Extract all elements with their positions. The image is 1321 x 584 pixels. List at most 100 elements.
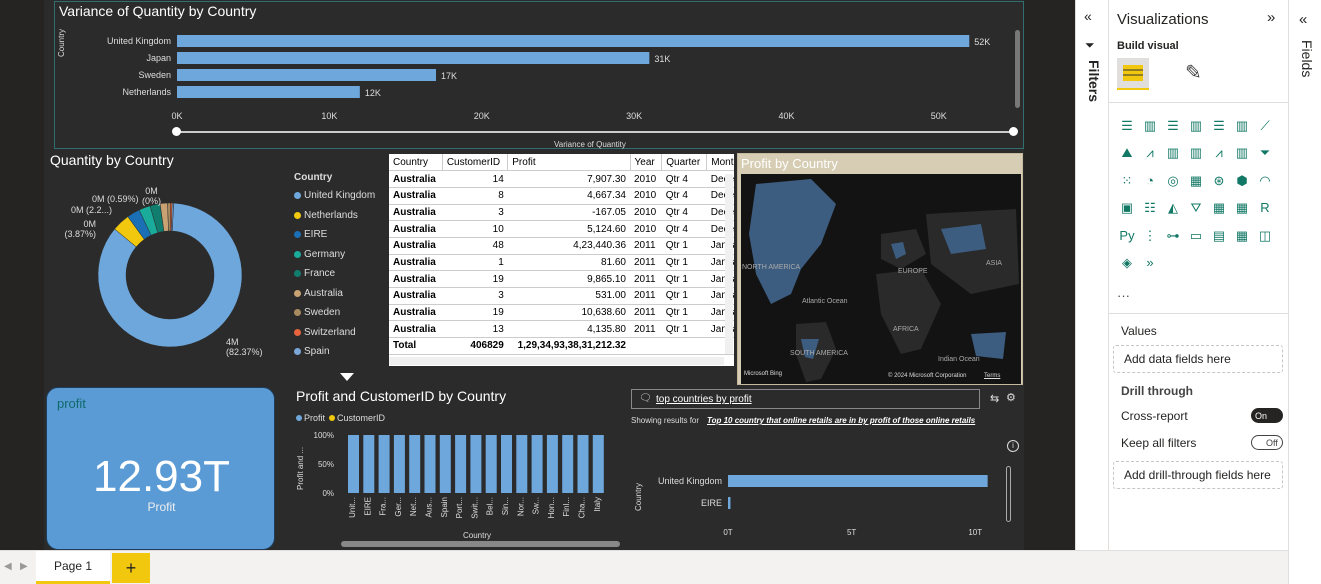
- values-well[interactable]: Add data fields here: [1113, 345, 1283, 373]
- viz-type-icon[interactable]: ☰: [1163, 116, 1183, 136]
- donut-legend-item[interactable]: Sweden: [294, 303, 375, 323]
- viz-type-icon[interactable]: ◈: [1117, 253, 1137, 273]
- donut-legend-item[interactable]: United Kingdom: [294, 186, 375, 206]
- viz-type-icon[interactable]: ⬢: [1232, 171, 1252, 191]
- table-vscrollbar[interactable]: [725, 174, 733, 354]
- filters-pane[interactable]: « ⏷ Filters: [1075, 0, 1108, 550]
- viz-type-icon[interactable]: ◎: [1163, 171, 1183, 191]
- viz-type-icon[interactable]: ▦: [1232, 198, 1252, 218]
- keep-filters-toggle[interactable]: Off: [1251, 435, 1283, 450]
- viz-type-icon[interactable]: ⊛: [1209, 171, 1229, 191]
- donut-legend-item[interactable]: EIRE: [294, 225, 375, 245]
- table-header[interactable]: Year: [630, 154, 663, 172]
- column-legend-item[interactable]: CustomerID: [329, 413, 385, 423]
- viz-type-icon[interactable]: ◠: [1255, 171, 1275, 191]
- table-row[interactable]: Australia1910,638.602011Qtr 1Janua: [389, 304, 734, 322]
- table-row[interactable]: Australia84,667.342010Qtr 4Decem: [389, 187, 734, 205]
- collapse-viz-icon[interactable]: »: [1267, 9, 1275, 26]
- qa-input[interactable]: 🗨 top countries by profit: [631, 389, 980, 409]
- collapse-fields-icon[interactable]: «: [1299, 11, 1307, 28]
- viz-type-icon[interactable]: ⛰: [1117, 143, 1137, 163]
- viz-type-icon[interactable]: ⩘: [1209, 143, 1229, 163]
- viz-type-icon[interactable]: ▦: [1186, 171, 1206, 191]
- donut-legend-item[interactable]: France: [294, 264, 375, 284]
- filters-label[interactable]: Filters: [1086, 60, 1102, 102]
- collapse-filters-icon[interactable]: «: [1084, 8, 1092, 24]
- table-header[interactable]: Quarter: [661, 154, 708, 172]
- viz-type-icon[interactable]: ☷: [1140, 198, 1160, 218]
- map-visual[interactable]: Profit by Country NORTH AMERICA EUROPE ASI…: [737, 153, 1023, 385]
- table-row[interactable]: Australia199,865.102011Qtr 1Janua: [389, 270, 734, 288]
- viz-type-icon[interactable]: ⊶: [1163, 226, 1183, 246]
- chevron-down-icon[interactable]: [340, 373, 354, 381]
- viz-type-icon[interactable]: R: [1255, 198, 1275, 218]
- viz-type-icon[interactable]: ◭: [1163, 198, 1183, 218]
- viz-type-icon[interactable]: ⋮: [1140, 226, 1160, 246]
- donut-legend-item[interactable]: Netherlands: [294, 206, 375, 226]
- map-terms-link[interactable]: Terms: [984, 373, 1000, 379]
- viz-type-icon[interactable]: ▣: [1117, 198, 1137, 218]
- viz-type-icon[interactable]: ▦: [1232, 226, 1252, 246]
- build-visual-tab[interactable]: [1117, 58, 1149, 90]
- viz-type-icon[interactable]: ⩘: [1140, 143, 1160, 163]
- format-visual-tab[interactable]: ✎: [1185, 60, 1202, 85]
- column-scrollbar[interactable]: [341, 541, 620, 547]
- profit-card[interactable]: profit 12.93T Profit: [46, 387, 275, 550]
- fields-pane[interactable]: « Fields: [1288, 0, 1321, 584]
- prev-page-icon[interactable]: ◀: [4, 561, 12, 572]
- viz-type-icon[interactable]: ⟋: [1255, 116, 1275, 136]
- next-page-icon[interactable]: ▶: [20, 561, 28, 572]
- variance-scrollbar[interactable]: [1015, 30, 1020, 108]
- table-row[interactable]: Australia3-167.052010Qtr 4Decem: [389, 204, 734, 222]
- donut-legend-item[interactable]: Spain: [294, 342, 375, 362]
- table-row[interactable]: Australia147,907.302010Qtr 4Decem: [389, 170, 734, 188]
- table-hscrollbar[interactable]: [389, 357, 724, 365]
- viz-type-icon[interactable]: ▥: [1232, 143, 1252, 163]
- table-header[interactable]: CustomerID: [442, 154, 509, 172]
- viz-type-icon[interactable]: ▦: [1209, 198, 1229, 218]
- more-visuals[interactable]: ···: [1117, 288, 1130, 303]
- range-slider[interactable]: [177, 131, 1015, 133]
- drill-through-well[interactable]: Add drill-through fields here: [1113, 461, 1283, 489]
- viz-type-icon[interactable]: ▥: [1140, 116, 1160, 136]
- viz-type-icon[interactable]: ◫: [1255, 226, 1275, 246]
- gear-icon[interactable]: ⚙: [1006, 391, 1016, 404]
- viz-type-icon[interactable]: ☰: [1117, 116, 1137, 136]
- qa-result-link[interactable]: Top 10 country that online retails are i…: [707, 416, 982, 426]
- viz-type-icon[interactable]: ☰: [1209, 116, 1229, 136]
- table-row[interactable]: Australia134,135.802011Qtr 1Janua: [389, 320, 734, 339]
- fields-label[interactable]: Fields: [1299, 40, 1315, 77]
- viz-type-icon[interactable]: ▥: [1186, 116, 1206, 136]
- range-slider-end-handle[interactable]: [1009, 127, 1018, 136]
- add-page-button[interactable]: +: [112, 553, 150, 583]
- table-row[interactable]: Australia3531.002011Qtr 1Janua: [389, 287, 734, 305]
- viz-type-icon[interactable]: ▥: [1163, 143, 1183, 163]
- variance-visual[interactable]: Variance of Quantity by Country 0K 10K 20K…: [54, 1, 1024, 149]
- viz-type-icon[interactable]: ▤: [1209, 226, 1229, 246]
- data-table[interactable]: CountryCustomerIDProfitYearQuarterMonth …: [389, 154, 734, 366]
- donut-legend-item[interactable]: Germany: [294, 245, 375, 265]
- table-row[interactable]: Australia484,23,440.362011Qtr 1Janua: [389, 237, 734, 255]
- range-slider-start-handle[interactable]: [172, 127, 181, 136]
- viz-type-icon[interactable]: Py: [1117, 225, 1137, 245]
- world-map[interactable]: [741, 174, 1021, 384]
- viz-type-icon[interactable]: ▭: [1186, 226, 1206, 246]
- column-legend-item[interactable]: Profit: [296, 413, 325, 423]
- viz-type-icon[interactable]: ⛛: [1186, 198, 1206, 218]
- donut-legend-item[interactable]: Australia: [294, 284, 375, 304]
- info-icon[interactable]: i: [1007, 440, 1019, 452]
- viz-type-icon[interactable]: ⁙: [1117, 171, 1137, 191]
- viz-type-icon[interactable]: ▥: [1186, 143, 1206, 163]
- table-row[interactable]: Australia105,124.602010Qtr 4Decem: [389, 220, 734, 238]
- qa-scrollbar[interactable]: [1006, 466, 1011, 522]
- table-header[interactable]: Country: [389, 154, 443, 172]
- table-header[interactable]: Profit: [507, 154, 631, 172]
- tab-page-1[interactable]: Page 1: [36, 551, 110, 584]
- cross-report-toggle[interactable]: On: [1251, 408, 1283, 423]
- viz-type-icon[interactable]: ▥: [1232, 116, 1252, 136]
- qa-convert-icon[interactable]: ⇆: [990, 392, 999, 405]
- donut-legend-item[interactable]: Switzerland: [294, 323, 375, 343]
- viz-type-icon[interactable]: ◔: [1140, 170, 1160, 190]
- table-header[interactable]: Month: [706, 154, 734, 172]
- table-row[interactable]: Australia181.602011Qtr 1Janua: [389, 254, 734, 272]
